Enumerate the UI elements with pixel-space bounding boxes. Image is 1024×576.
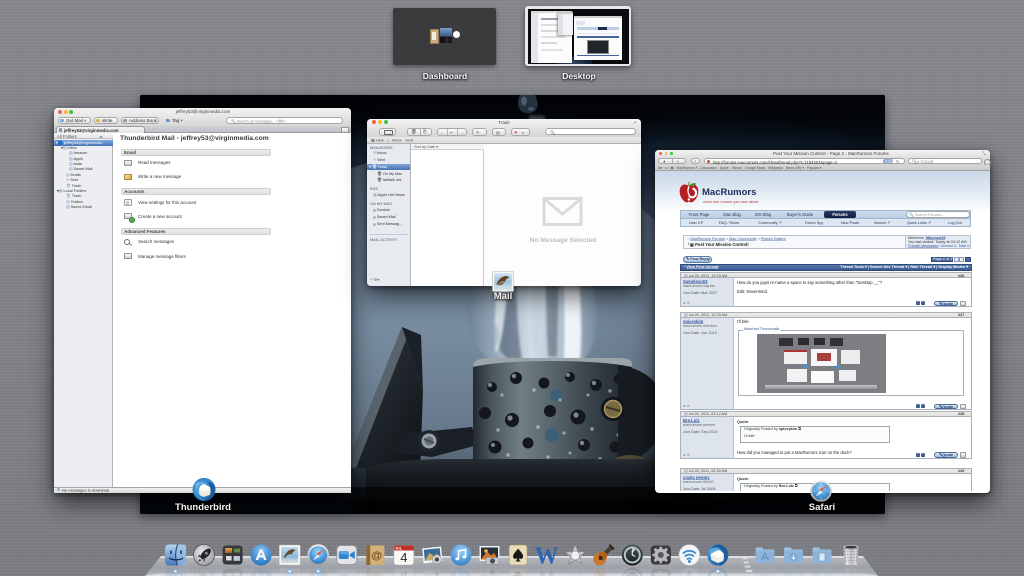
svg-text:@: @ xyxy=(371,550,382,562)
svg-text:4: 4 xyxy=(400,550,407,565)
svg-text:W: W xyxy=(535,544,559,570)
